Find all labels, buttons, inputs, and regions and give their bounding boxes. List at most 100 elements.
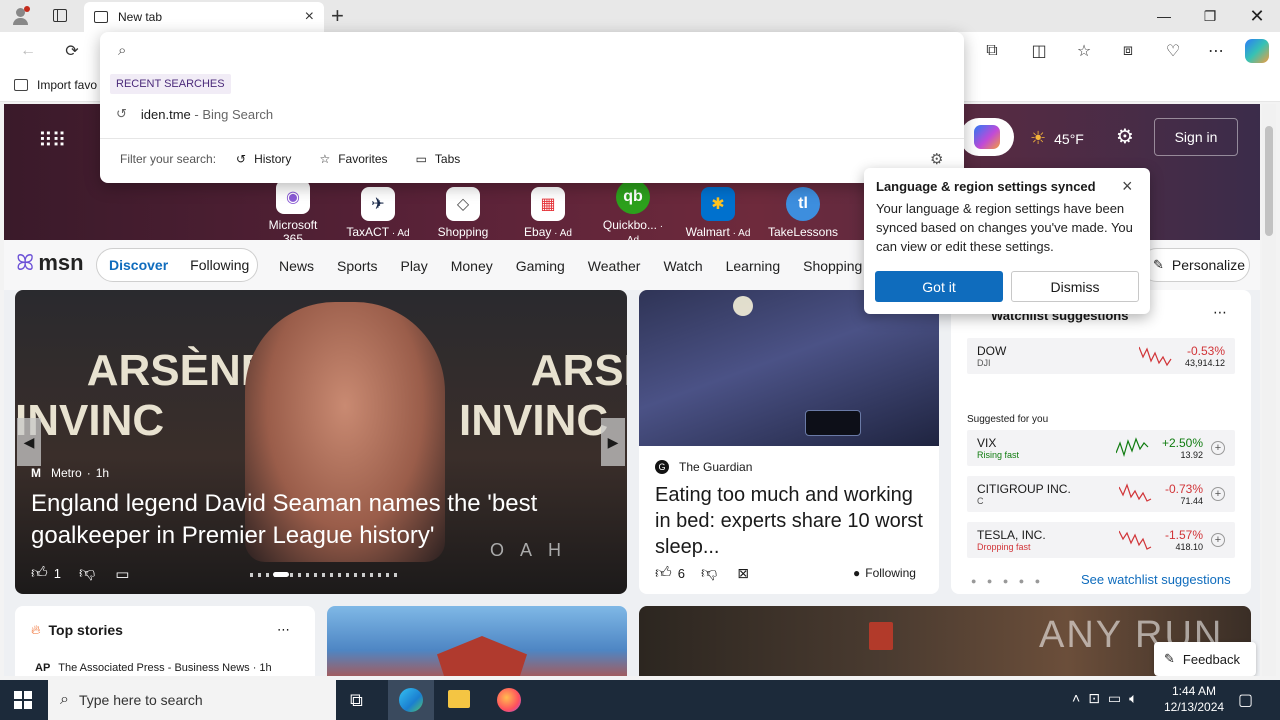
- quick-link[interactable]: ◉ Microsoft 365: [257, 180, 329, 246]
- like-count: 6: [677, 566, 685, 581]
- nav-play[interactable]: Play: [400, 258, 427, 274]
- quick-link[interactable]: qb Quickbo... · Ad: [597, 180, 669, 246]
- quick-link[interactable]: tl TakeLessons: [767, 187, 839, 239]
- collections-icon[interactable]: ⧈: [1112, 35, 1144, 67]
- minimize-button[interactable]: —: [1141, 0, 1187, 32]
- import-icon: [14, 79, 28, 91]
- filter-favorites[interactable]: ☆ Favorites: [319, 152, 387, 166]
- sign-in-button[interactable]: Sign in: [1154, 118, 1238, 156]
- apps-grid-icon[interactable]: ⠿⠿: [38, 128, 66, 153]
- watchlist-item[interactable]: TESLA, INC. Dropping fast -1.57% 418.10 …: [967, 522, 1235, 558]
- hide-icon[interactable]: ⊠: [737, 565, 749, 582]
- side-story-headline[interactable]: Eating too much and working in bed: expe…: [655, 482, 931, 560]
- import-favorites-button[interactable]: Import favo: [14, 78, 97, 92]
- taskbar-search-box[interactable]: ⌕ Type here to search: [48, 680, 336, 720]
- nav-gaming[interactable]: Gaming: [516, 258, 565, 274]
- like-icon[interactable]: 👍︎: [31, 564, 48, 583]
- firefox-icon[interactable]: [497, 688, 521, 712]
- filter-history[interactable]: ↺ History: [236, 152, 291, 166]
- nav-news[interactable]: News: [279, 258, 314, 274]
- close-icon[interactable]: ×: [1122, 176, 1133, 197]
- browser-essentials-icon[interactable]: ♡: [1157, 35, 1189, 67]
- add-to-watchlist-icon[interactable]: +: [1211, 487, 1225, 501]
- got-it-button[interactable]: Got it: [875, 271, 1003, 302]
- tray-chevron-icon[interactable]: ˄: [1072, 690, 1088, 706]
- following-indicator[interactable]: ● Following: [853, 566, 916, 580]
- dismiss-button[interactable]: Dismiss: [1011, 271, 1139, 302]
- weather-widget[interactable]: ☀ 45°F: [1030, 128, 1084, 149]
- watchlist-item[interactable]: CITIGROUP INC. C -0.73% 71.44 +: [967, 476, 1235, 512]
- favorites-icon[interactable]: ☆: [1068, 35, 1100, 67]
- quick-link[interactable]: ◇ Shopping: [427, 187, 499, 239]
- nav-learning[interactable]: Learning: [726, 258, 781, 274]
- close-tab-icon[interactable]: ×: [305, 8, 314, 26]
- tab-actions-icon[interactable]: [53, 9, 67, 22]
- walmart-icon: ✱: [701, 187, 735, 221]
- following-tab[interactable]: Following: [190, 257, 249, 273]
- stock-price: 71.44: [1180, 496, 1203, 506]
- game-promo-card[interactable]: [327, 606, 627, 676]
- tab-new-tab[interactable]: New tab ×: [84, 2, 324, 32]
- new-tab-button[interactable]: +: [331, 3, 344, 29]
- split-screen-icon[interactable]: ◫: [1023, 35, 1055, 67]
- nav-weather[interactable]: Weather: [588, 258, 641, 274]
- discover-tab[interactable]: Discover: [109, 257, 168, 273]
- more-options-icon[interactable]: ⋯: [1200, 35, 1232, 67]
- clock[interactable]: 1:44 AM 12/13/2024: [1164, 683, 1224, 715]
- recent-search-item[interactable]: ↺ iden.tme - Bing Search: [116, 106, 273, 122]
- top-stories-more-icon[interactable]: ⋯: [277, 622, 290, 638]
- microsoft-365-icon: ◉: [276, 180, 310, 214]
- nav-money[interactable]: Money: [451, 258, 493, 274]
- watchlist-item[interactable]: VIX Rising fast +2.50% 13.92 +: [967, 430, 1235, 466]
- top-story-item[interactable]: AP The Associated Press - Business News …: [35, 662, 272, 674]
- add-to-watchlist-icon[interactable]: +: [1211, 533, 1225, 547]
- quick-link[interactable]: ▦ Ebay · Ad: [512, 187, 584, 239]
- filter-tabs[interactable]: ▭ Tabs: [416, 152, 461, 166]
- banner-text-right: ARSÈNE W INVINC: [459, 346, 627, 445]
- back-icon[interactable]: ←: [12, 35, 44, 67]
- side-story-card[interactable]: G The Guardian Eating too much and worki…: [639, 290, 939, 594]
- extensions-icon[interactable]: ⧉: [976, 35, 1008, 67]
- dislike-icon[interactable]: 👎︎: [701, 564, 717, 583]
- volume-icon[interactable]: 🔈︎: [1129, 690, 1145, 706]
- nav-sports[interactable]: Sports: [337, 258, 377, 274]
- main-story-headline[interactable]: England legend David Seaman names the 'b…: [31, 488, 591, 552]
- nav-watch[interactable]: Watch: [663, 258, 702, 274]
- settings-gear-icon[interactable]: ⚙: [1116, 124, 1134, 149]
- notifications-icon[interactable]: ▢: [1238, 690, 1253, 710]
- nav-shopping[interactable]: Shopping: [803, 258, 862, 274]
- ethernet-icon[interactable]: ▭: [1108, 690, 1129, 706]
- search-settings-gear-icon[interactable]: ⚙: [930, 150, 943, 168]
- page-scrollbar[interactable]: [1262, 104, 1276, 676]
- profile-icon[interactable]: [10, 6, 32, 26]
- copilot-icon[interactable]: [1245, 39, 1269, 63]
- dislike-icon[interactable]: 👎︎: [79, 564, 95, 583]
- quick-link[interactable]: ✱ Walmart · Ad: [682, 187, 754, 239]
- watchlist-item[interactable]: DOW DJI -0.53% 43,914.12: [967, 338, 1235, 374]
- carousel-prev-button[interactable]: ◀: [17, 418, 41, 466]
- refresh-icon[interactable]: ⟳: [56, 35, 88, 67]
- add-to-watchlist-icon[interactable]: +: [1211, 441, 1225, 455]
- comment-icon[interactable]: ▭: [115, 565, 129, 583]
- stock-sparkline: [1118, 530, 1152, 550]
- main-story-card[interactable]: ARSÈNE WE INVINC ARSÈNE W INVINC O A H ◀…: [15, 290, 627, 594]
- personalize-button[interactable]: ✎ Personalize: [1140, 248, 1250, 282]
- file-explorer-icon[interactable]: [448, 690, 470, 708]
- watchlist-card: Watchlist suggestions ⋯ DOW DJI -0.53% 4…: [951, 290, 1251, 594]
- edge-taskbar-icon[interactable]: [388, 680, 434, 720]
- network-icon[interactable]: ⊡: [1088, 690, 1108, 706]
- like-icon[interactable]: 👍︎: [655, 564, 672, 583]
- windows-start-icon[interactable]: [14, 691, 32, 709]
- quick-link[interactable]: ✈ TaxACT · Ad: [342, 187, 414, 239]
- msn-logo[interactable]: ꕤ msn: [16, 250, 84, 276]
- restore-button[interactable]: ❐: [1187, 0, 1233, 32]
- feedback-button[interactable]: ✎ Feedback: [1154, 642, 1256, 676]
- watchlist-more-icon[interactable]: ⋯: [1213, 304, 1227, 321]
- close-window-button[interactable]: ✕: [1234, 0, 1280, 32]
- carousel-next-button[interactable]: ▶: [601, 418, 625, 466]
- copilot-logo-icon[interactable]: [960, 118, 1014, 156]
- task-view-icon[interactable]: ⧉: [350, 690, 363, 711]
- see-watchlist-link[interactable]: See watchlist suggestions: [1081, 572, 1231, 587]
- stock-name: TESLA, INC.: [977, 528, 1046, 542]
- address-input[interactable]: [140, 38, 940, 64]
